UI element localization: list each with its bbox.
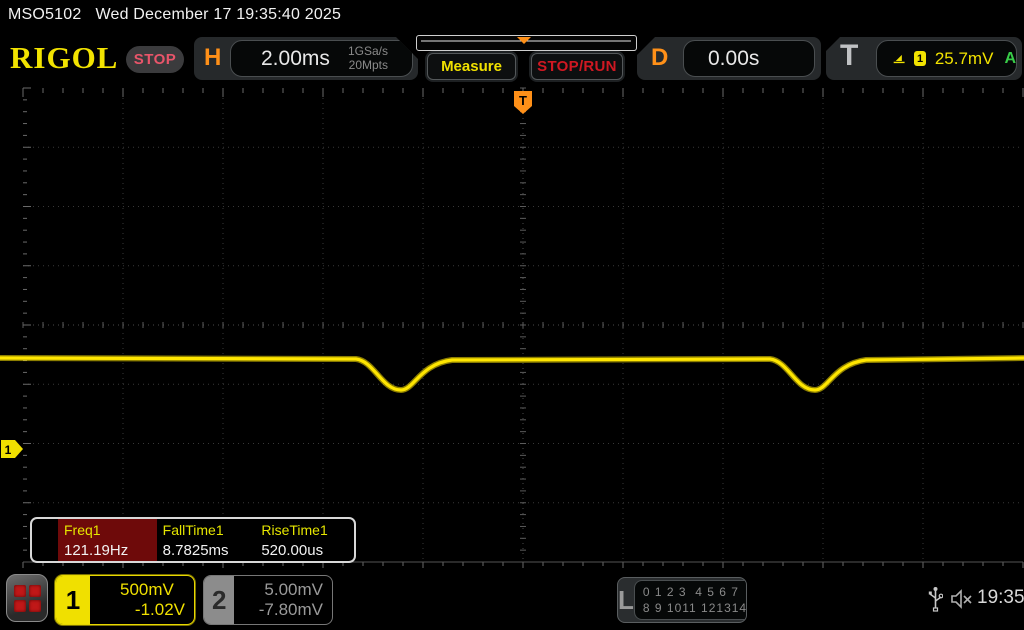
oscilloscope-screen: MSO5102 Wed December 17 19:35:40 2025 RIG… [0, 0, 1024, 630]
trigger-slope-icon [893, 52, 905, 66]
measurement-falltime1[interactable]: FallTime1 8.7825ms [157, 519, 256, 561]
channel-2-box[interactable]: 2 5.00mV -7.80mV [203, 575, 333, 625]
channel-2-offset: -7.80mV [243, 600, 323, 620]
channel-1-box[interactable]: 1 500mV -1.02V [55, 575, 195, 625]
trigger-level: 25.7mV [935, 49, 994, 69]
function-menu-button[interactable] [6, 574, 48, 622]
delay-value: 0.00s [708, 47, 759, 71]
measurement-panel: Freq1 121.19Hz FallTime1 8.7825ms RiseTi… [30, 517, 356, 563]
waveform-display: T1 [0, 85, 1024, 575]
datetime: Wed December 17 19:35:40 2025 [95, 6, 341, 23]
timebase-value: 2.00ms [261, 47, 330, 71]
acquisition-rates: 1GSa/s 20Mpts [348, 45, 388, 73]
measure-button[interactable]: Measure [427, 53, 516, 80]
trigger-source-badge: 1 [914, 51, 926, 66]
apps-grid-icon [14, 585, 41, 612]
measurement-risetime1[interactable]: RiseTime1 520.00us [255, 519, 354, 561]
top-status-bar: MSO5102 Wed December 17 19:35:40 2025 [8, 6, 355, 24]
trigger-mode: A [1004, 50, 1016, 68]
svg-text:1: 1 [5, 443, 12, 457]
horizontal-label: H [204, 44, 221, 72]
delay-box[interactable]: D 0.00s [637, 37, 821, 80]
run-state-indicator: STOP [126, 46, 184, 73]
channel-2-scale: 5.00mV [264, 580, 323, 600]
trigger-box[interactable]: T 1 25.7mV A [826, 37, 1022, 80]
usb-icon [928, 586, 943, 612]
measurement-freq1[interactable]: Freq1 121.19Hz [58, 519, 157, 561]
waveform-overview-strip[interactable] [416, 35, 637, 51]
stop-run-button[interactable]: STOP/RUN [531, 53, 623, 80]
trigger-label: T [840, 39, 858, 73]
delay-label: D [651, 44, 668, 72]
logic-analyzer-label: L [618, 578, 634, 622]
rigol-logo: RIGOL [10, 40, 118, 76]
channel-2-number: 2 [204, 576, 234, 624]
model-name: MSO5102 [8, 6, 81, 23]
logic-analyzer-box[interactable]: L 0 1 2 3 4 5 6 7 8 9 1011 12131415 [617, 577, 747, 623]
channel-1-offset: -1.02V [99, 600, 185, 620]
digital-channel-list: 0 1 2 3 4 5 6 7 8 9 1011 12131415 [634, 580, 747, 620]
waveform-trace-glow [0, 358, 1024, 390]
clock: 19:35 [977, 587, 1024, 609]
channel-1-scale: 500mV [120, 580, 174, 600]
speaker-muted-icon [950, 589, 974, 609]
horizontal-timebase-box[interactable]: H 2.00ms 1GSa/s 20Mpts [194, 37, 418, 80]
svg-text:T: T [519, 93, 527, 108]
channel-1-number: 1 [56, 576, 90, 624]
